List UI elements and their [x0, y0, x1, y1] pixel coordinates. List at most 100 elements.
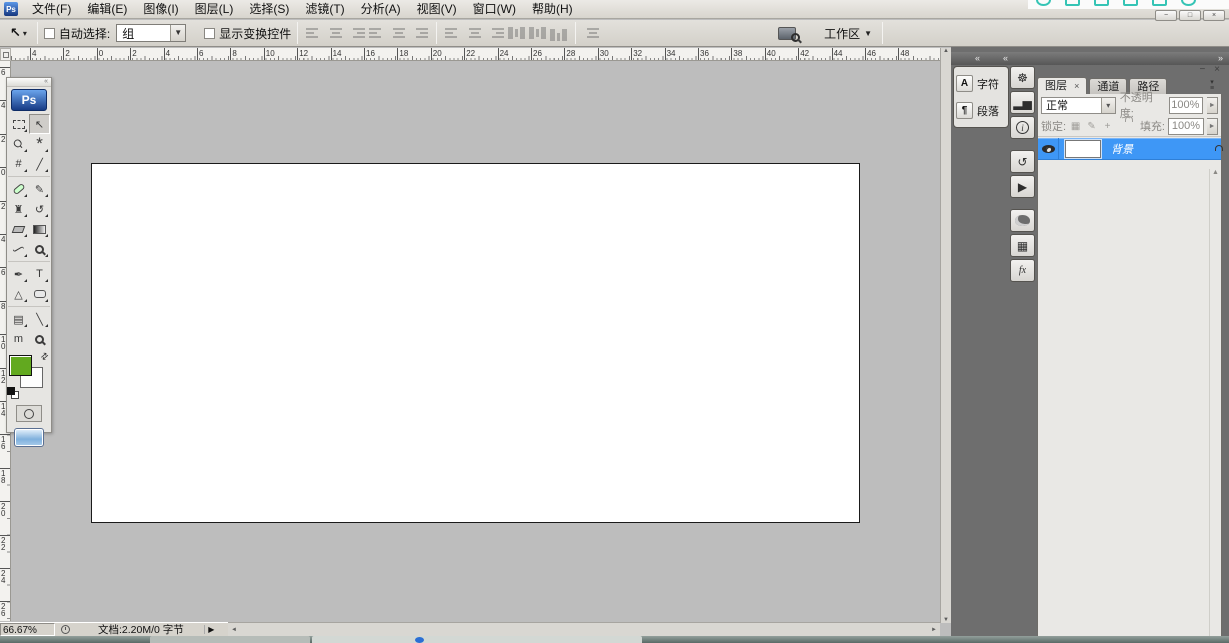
fill-field[interactable]: 100% [1168, 118, 1204, 135]
tools-palette-grip[interactable]: « [7, 78, 51, 87]
auto-select-dropdown[interactable]: 组 ▼ [116, 24, 186, 42]
scroll-up-icon[interactable]: ▲ [943, 48, 949, 54]
path-select-tool[interactable]: △ [8, 284, 29, 304]
scroll-right-icon[interactable]: ► [931, 627, 937, 633]
rect-marquee-tool[interactable] [8, 114, 29, 134]
go-to-bridge-button[interactable] [778, 27, 796, 40]
menu-analysis[interactable]: 分析(A) [353, 0, 409, 19]
info-panel-icon[interactable]: i [1010, 116, 1035, 139]
horizontal-ruler[interactable]: 4202468101214161820222426283032343638404… [11, 48, 940, 61]
align-icon-2[interactable] [348, 26, 365, 41]
menu-file[interactable]: 文件(F) [24, 0, 79, 19]
quick-mask-button[interactable] [16, 405, 42, 422]
clone-stamp-tool[interactable]: ♜ [8, 199, 29, 219]
gradient-tool[interactable] [29, 219, 50, 239]
tab-close-icon[interactable]: × [1074, 81, 1079, 91]
workspace-label[interactable]: 工作区 [824, 25, 860, 42]
align-icon-4[interactable] [390, 26, 407, 41]
foreground-color-swatch[interactable] [9, 355, 32, 376]
close-button[interactable]: × [1203, 10, 1225, 21]
default-colors-icon[interactable] [7, 387, 19, 399]
workspace-arrow-icon[interactable]: ▼ [864, 29, 872, 38]
type-tool[interactable]: T [29, 264, 50, 284]
distribute-icon-0[interactable] [445, 26, 462, 41]
swatches-panel-icon[interactable]: ▦ [1010, 234, 1035, 257]
distribute-icon-4[interactable] [529, 26, 546, 41]
color-panel-icon[interactable] [1010, 209, 1035, 232]
dodge-tool[interactable] [29, 239, 50, 259]
hand-tool[interactable]: m [8, 329, 29, 349]
menu-edit[interactable]: 编辑(E) [79, 0, 135, 19]
ps-logo[interactable]: Ps [11, 89, 47, 111]
auto-select-checkbox[interactable] [44, 28, 55, 39]
align-icon-1[interactable] [327, 26, 344, 41]
collapse-icons-icon[interactable]: « [1003, 52, 1008, 64]
menu-filter[interactable]: 滤镜(T) [297, 0, 352, 19]
zoom-tool[interactable] [29, 329, 50, 349]
actions-panel-icon[interactable]: ▶ [1010, 175, 1035, 198]
distribute-icon-1[interactable] [466, 26, 483, 41]
distribute-icon-3[interactable] [508, 26, 525, 41]
ruler-origin-box[interactable] [0, 48, 11, 61]
menu-view[interactable]: 视图(V) [409, 0, 465, 19]
eraser-tool[interactable] [8, 219, 29, 239]
menu-image[interactable]: 图像(I) [135, 0, 186, 19]
tool-preset-arrow-icon[interactable]: ▾ [23, 29, 27, 38]
vertical-scrollbar[interactable]: ▲ ▼ [940, 48, 951, 623]
scroll-left-icon[interactable]: ◄ [231, 627, 237, 633]
notes-tool[interactable]: ▤ [8, 309, 29, 329]
histogram-panel-icon[interactable]: ▂▅ [1010, 91, 1035, 114]
panel-minimize-button[interactable]: − [1200, 64, 1206, 75]
layer-visibility-cell[interactable] [1038, 138, 1059, 160]
opacity-spinner-icon[interactable]: ► [1207, 97, 1218, 114]
align-icon-0[interactable] [306, 26, 323, 41]
menu-help[interactable]: 帮助(H) [524, 0, 581, 19]
brush-tool[interactable]: ✎ [29, 179, 50, 199]
shape-tool[interactable] [29, 284, 50, 304]
distribute-icon-5[interactable] [550, 26, 567, 41]
menu-select[interactable]: 选择(S) [241, 0, 297, 19]
panel-menu-icon[interactable]: ▾≡ [1204, 80, 1220, 93]
menu-layer[interactable]: 图层(L) [187, 0, 242, 19]
taskbar-button[interactable] [312, 636, 642, 643]
layer-row-background[interactable]: 背景 [1038, 138, 1221, 160]
lasso-tool[interactable]: Ϙ [8, 134, 29, 154]
smudge-tool[interactable]: ∫ [8, 239, 29, 259]
distribute-icon-2[interactable] [487, 26, 504, 41]
dropdown-arrow-icon[interactable]: ▼ [170, 25, 185, 41]
move-tool[interactable]: ↖ [29, 114, 50, 134]
status-flyout-button[interactable]: ▶ [204, 625, 218, 634]
align-icon-3[interactable] [369, 26, 386, 41]
pen-tool[interactable]: ✒ [8, 264, 29, 284]
layer-name[interactable]: 背景 [1111, 141, 1213, 157]
screen-mode-button[interactable] [14, 428, 44, 447]
slice-tool[interactable]: ╱ [29, 154, 50, 174]
zoom-level-field[interactable]: 66.67% [0, 623, 55, 636]
panel-close-button[interactable]: × [1214, 64, 1220, 75]
healing-brush-tool[interactable] [8, 179, 29, 199]
scroll-down-icon[interactable]: ▼ [943, 617, 949, 623]
character-panel-button[interactable]: A 字符 [956, 70, 1006, 97]
navigator-panel-icon[interactable]: ☸ [1010, 66, 1035, 89]
eyedropper-tool[interactable]: ╲ [29, 309, 50, 329]
auto-align-button[interactable] [584, 26, 601, 41]
lock-position-icon[interactable]: + [1101, 120, 1114, 133]
magic-wand-tool[interactable]: * [29, 134, 50, 154]
opacity-field[interactable]: 100% [1169, 97, 1204, 114]
horizontal-scrollbar[interactable]: ◄ ► [228, 622, 940, 636]
paragraph-panel-button[interactable]: ¶ 段落 [956, 97, 1006, 124]
layer-thumbnail[interactable] [1065, 140, 1101, 158]
dropdown-arrow-icon[interactable]: ▾ [1101, 98, 1115, 113]
align-icon-5[interactable] [411, 26, 428, 41]
fill-spinner-icon[interactable]: ► [1207, 118, 1218, 135]
restore-button[interactable]: □ [1179, 10, 1201, 21]
taskbar-button[interactable] [150, 636, 310, 643]
tab-layers[interactable]: 图层 × [1037, 77, 1087, 94]
swap-colors-icon[interactable]: ⇄ [39, 350, 52, 363]
collapse-dock-icon[interactable]: « [975, 52, 980, 64]
crop-tool[interactable]: # [8, 154, 29, 174]
history-panel-icon[interactable]: ↺ [1010, 150, 1035, 173]
history-brush-tool[interactable]: ↺ [29, 199, 50, 219]
minimize-button[interactable]: − [1155, 10, 1177, 21]
menu-window[interactable]: 窗口(W) [465, 0, 524, 19]
